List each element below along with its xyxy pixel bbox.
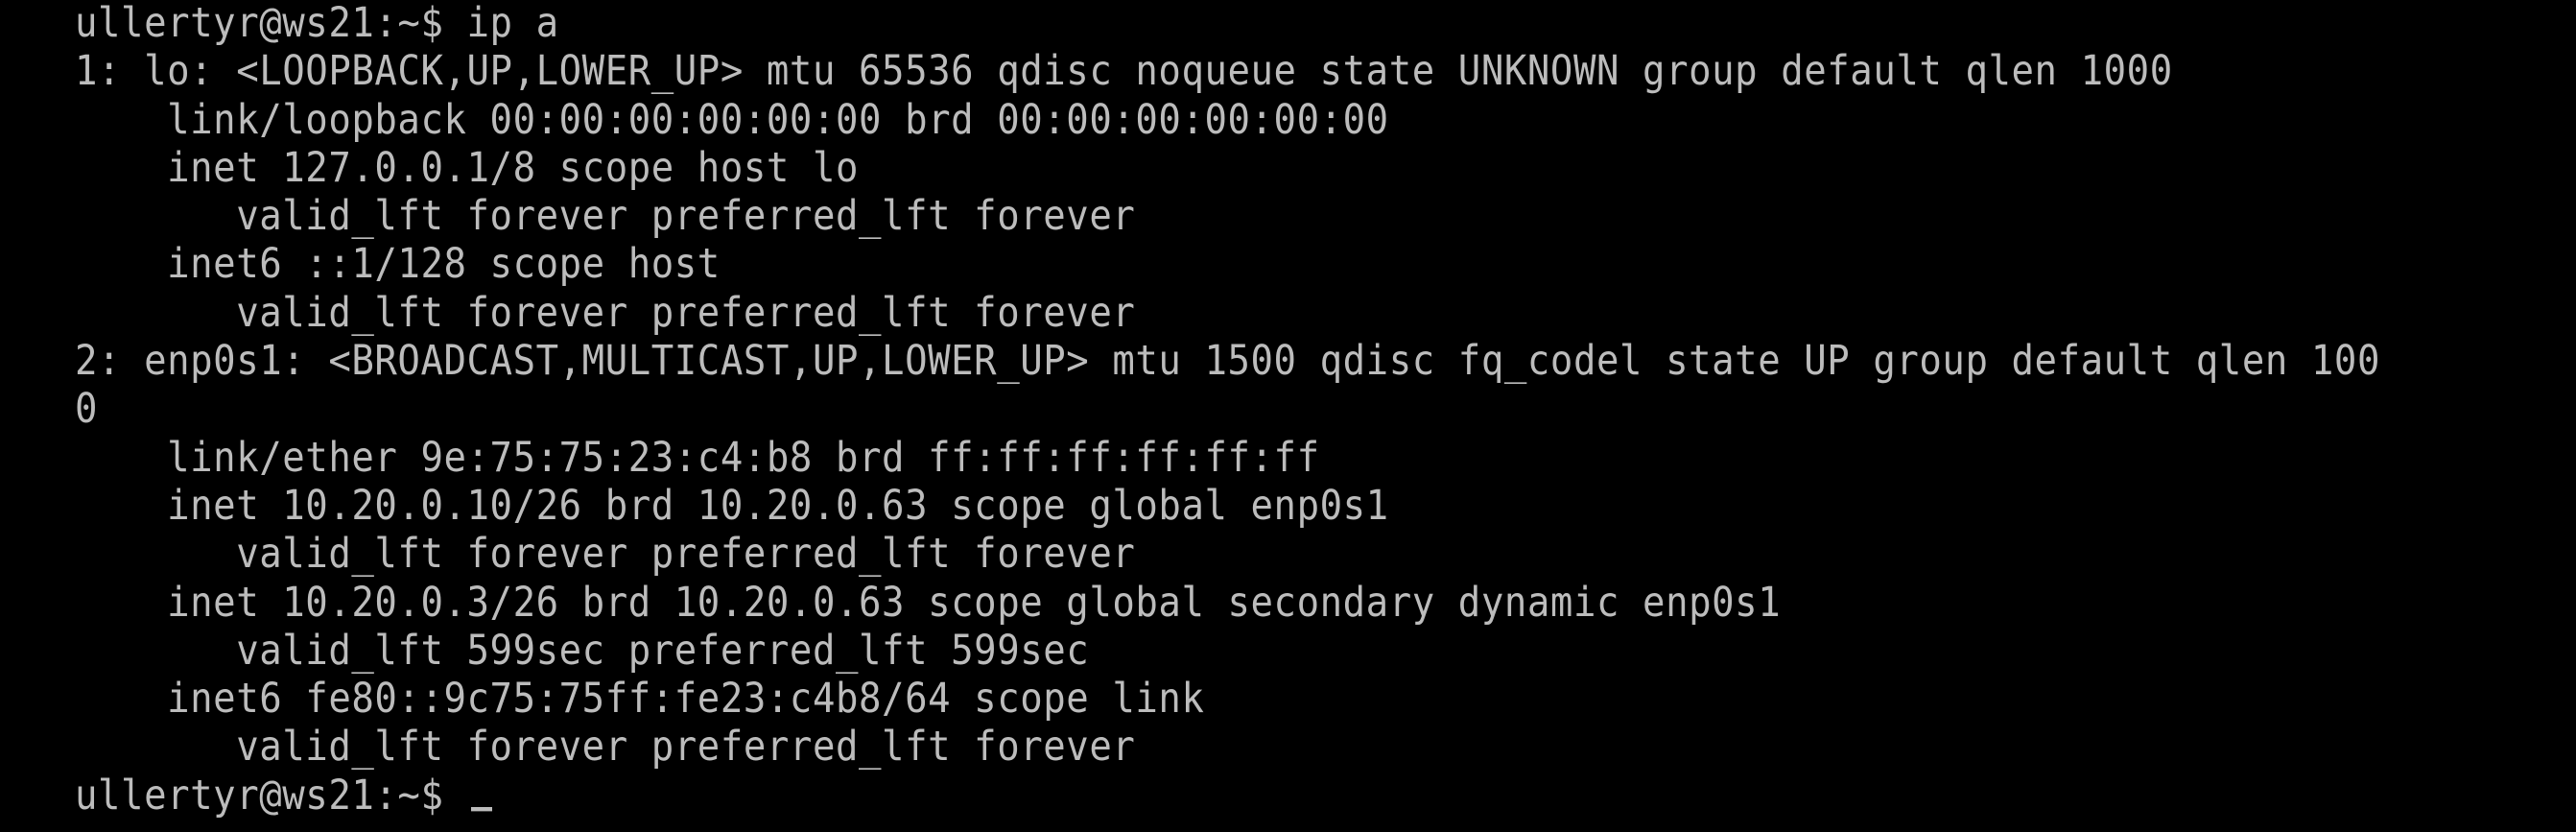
terminal-line: valid_lft forever preferred_lft forever	[75, 289, 1136, 337]
terminal-line: inet 10.20.0.10/26 brd 10.20.0.63 scope …	[75, 482, 1389, 531]
terminal-line: 2: enp0s1: <BROADCAST,MULTICAST,UP,LOWER…	[75, 337, 2380, 386]
terminal-window[interactable]: ullertyr@ws21:~$ ip a 1: lo: <LOOPBACK,U…	[0, 0, 2576, 832]
terminal-line: link/ether 9e:75:75:23:c4:b8 brd ff:ff:f…	[75, 434, 1320, 482]
terminal-line: 1: lo: <LOOPBACK,UP,LOWER_UP> mtu 65536 …	[75, 47, 2173, 96]
text-cursor[interactable]	[470, 806, 492, 812]
terminal-line: link/loopback 00:00:00:00:00:00 brd 00:0…	[75, 96, 1389, 144]
command-prompt: ullertyr@ws21:~$	[75, 772, 467, 820]
terminal-line: inet6 ::1/128 scope host	[75, 241, 721, 289]
terminal-line: valid_lft forever preferred_lft forever	[75, 192, 1136, 241]
terminal-line: valid_lft 599sec preferred_lft 599sec	[75, 627, 1090, 676]
terminal-line: inet6 fe80::9c75:75ff:fe23:c4b8/64 scope…	[75, 675, 1205, 724]
terminal-line: inet 10.20.0.3/26 brd 10.20.0.63 scope g…	[75, 579, 1782, 627]
terminal-line: valid_lft forever preferred_lft forever	[75, 724, 1136, 772]
terminal-line: ullertyr@ws21:~$ ip a	[75, 0, 559, 48]
terminal-line: 0	[75, 386, 99, 434]
terminal-line: inet 127.0.0.1/8 scope host lo	[75, 144, 860, 193]
command-prompt-line[interactable]: ullertyr@ws21:~$	[75, 770, 2576, 822]
terminal-line: valid_lft forever preferred_lft forever	[75, 530, 1136, 579]
